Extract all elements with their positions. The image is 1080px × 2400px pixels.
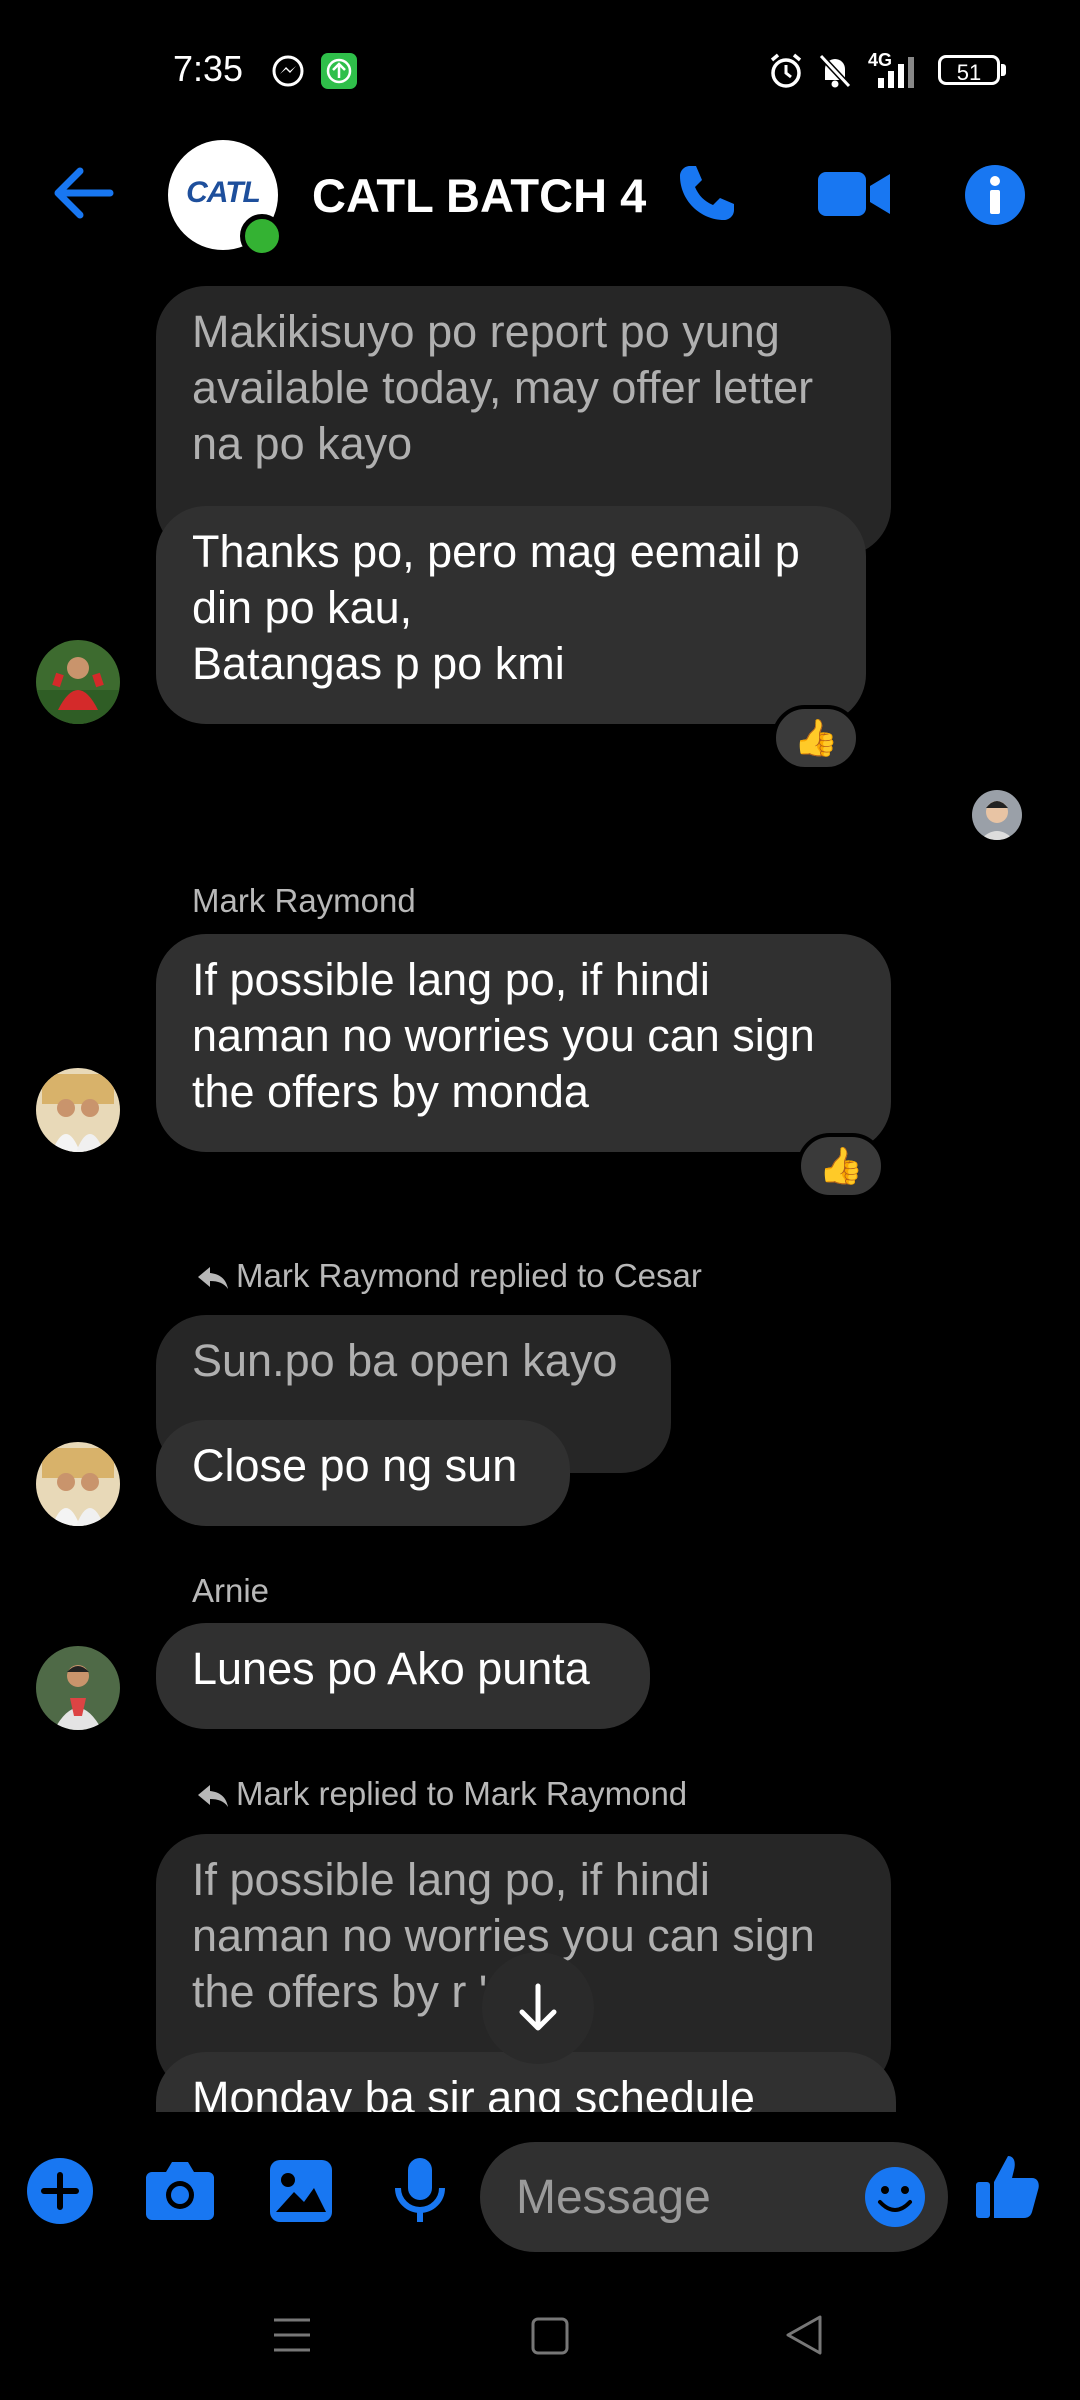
reply-context: Mark replied to Mark Raymond <box>196 1775 687 1813</box>
battery-nub <box>1001 64 1006 76</box>
message-bubble[interactable]: Lunes po Ako punta <box>156 1623 650 1729</box>
video-icon[interactable] <box>816 168 892 220</box>
alarm-icon <box>770 53 802 88</box>
catl-logo: CATL <box>186 176 261 209</box>
reply-context-text: Mark replied to Mark Raymond <box>236 1775 688 1812</box>
sender-name: Arnie <box>192 1572 270 1609</box>
back-nav-icon[interactable] <box>784 2314 824 2356</box>
message-text: If possible lang po, if hindi naman no w… <box>192 954 815 1117</box>
battery-indicator: 51 <box>938 55 1000 85</box>
mute-bell-icon <box>818 53 852 89</box>
upload-status-icon <box>321 53 357 89</box>
avatar-mark-raymond[interactable] <box>36 1068 120 1152</box>
quoted-message-text: Sun.po ba open kayo <box>192 1335 618 1386</box>
gallery-icon[interactable] <box>268 2158 334 2224</box>
reaction-badge[interactable]: 👍 <box>772 705 860 771</box>
menu-nav-icon[interactable] <box>272 2316 312 2354</box>
status-time: 7:35 <box>173 48 244 89</box>
reply-icon <box>198 1267 228 1289</box>
message-text: Lunes po Ako punta <box>192 1643 590 1694</box>
signal-icon <box>878 57 914 88</box>
arrow-down-icon <box>519 1983 557 2031</box>
quoted-message-text: Makikisuyo po report po yung available t… <box>192 306 814 469</box>
conversation-title[interactable]: CATL BATCH 4 <box>312 168 646 223</box>
seen-avatar <box>972 790 1022 840</box>
message-text: Close po ng sun <box>192 1440 518 1491</box>
mic-icon[interactable] <box>392 2156 448 2226</box>
message-text: Thanks po, pero mag eemail p din po kau,… <box>192 526 800 689</box>
plus-icon[interactable] <box>26 2157 94 2225</box>
message-bubble[interactable]: Close po ng sun <box>156 1420 570 1526</box>
avatar-mark-raymond[interactable] <box>36 1442 120 1526</box>
message-bubble[interactable]: If possible lang po, if hindi naman no w… <box>156 934 891 1152</box>
camera-icon[interactable] <box>144 2160 216 2222</box>
reply-context: Mark Raymond replied to Cesar <box>196 1257 702 1295</box>
reply-icon <box>198 1785 228 1807</box>
avatar-arnie[interactable] <box>36 1646 120 1730</box>
back-arrow-icon[interactable] <box>50 165 116 221</box>
messenger-status-icon <box>272 55 304 87</box>
scroll-to-bottom-button[interactable] <box>482 1952 594 2064</box>
home-nav-icon[interactable] <box>530 2316 570 2356</box>
message-bubble[interactable]: Thanks po, pero mag eemail p din po kau,… <box>156 506 866 724</box>
phone-icon[interactable] <box>676 162 738 224</box>
avatar-sender-1[interactable] <box>36 640 120 724</box>
reaction-badge[interactable]: 👍 <box>797 1133 885 1199</box>
sender-name: Mark Raymond <box>192 882 416 919</box>
message-input-placeholder: Message <box>516 2171 711 2224</box>
info-icon[interactable] <box>964 164 1026 226</box>
reply-context-text: Mark Raymond replied to Cesar <box>236 1257 702 1294</box>
online-indicator <box>240 214 284 258</box>
emoji-icon[interactable] <box>864 2166 926 2228</box>
like-icon[interactable] <box>974 2152 1042 2222</box>
